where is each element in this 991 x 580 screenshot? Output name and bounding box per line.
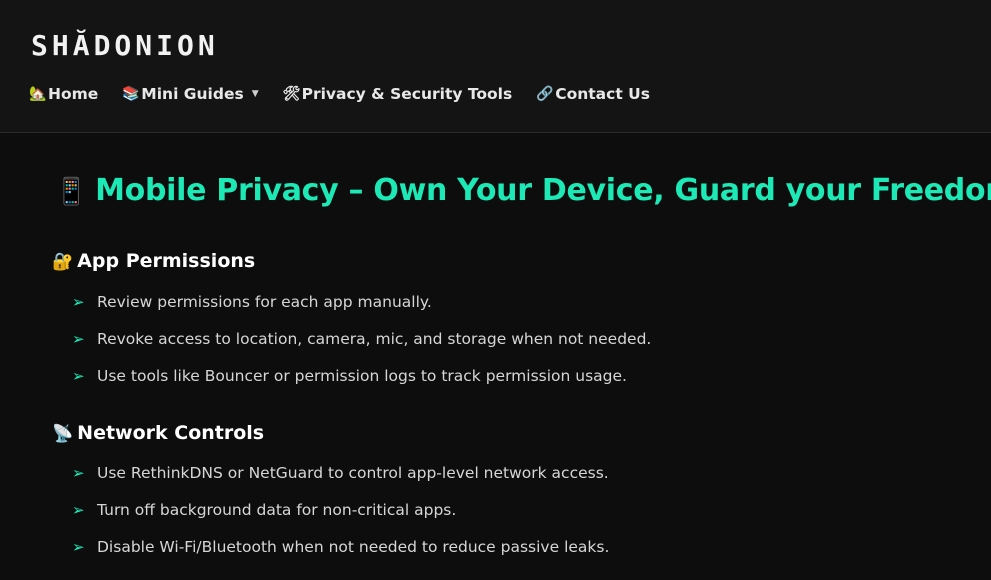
list-item-text: Use tools like Bouncer or permission log… [97,367,627,385]
list-item: ➢ Use tools like Bouncer or permission l… [72,366,627,386]
list-item: ➢ Turn off background data for non-criti… [72,500,456,520]
arrow-bullet-icon: ➢ [72,330,85,348]
nav-home-label: Home [48,85,99,103]
list-item-text: Disable Wi-Fi/Bluetooth when not needed … [97,538,610,556]
list-item-text: Review permissions for each app manually… [97,293,432,311]
list-item: ➢ Disable Wi-Fi/Bluetooth when not neede… [72,537,609,557]
lock-key-icon: 🔐 [52,252,74,272]
mobile-phone-icon: 📱 [55,177,88,207]
page-title-text: Mobile Privacy – Own Your Device, Guard … [95,173,991,208]
site-header: SHĂDONION 🏡 Home 📚 Mini Guides ▼ 🛠 Priva… [0,0,991,133]
house-icon: 🏡 [29,86,47,102]
arrow-bullet-icon: ➢ [72,538,85,556]
section-heading-text: Network Controls [77,422,265,444]
nav-home[interactable]: 🏡 Home [29,85,98,103]
site-logo[interactable]: SHĂDONION [31,30,219,62]
nav-contact-us-label: Contact Us [555,85,650,103]
tools-icon: 🛠 [282,86,301,102]
section-heading-network-controls: 📡 Network Controls [52,421,264,446]
arrow-bullet-icon: ➢ [72,293,85,311]
main-nav: 🏡 Home 📚 Mini Guides ▼ 🛠 Privacy & Secur… [29,82,674,106]
section-heading-text: App Permissions [77,250,256,272]
list-item-text: Revoke access to location, camera, mic, … [97,330,652,348]
nav-mini-guides[interactable]: 📚 Mini Guides ▼ [122,85,258,103]
section-heading-app-permissions: 🔐 App Permissions [52,249,255,274]
satellite-dish-icon: 📡 [52,424,74,444]
link-icon: 🔗 [536,86,554,102]
arrow-bullet-icon: ➢ [72,464,85,482]
arrow-bullet-icon: ➢ [72,501,85,519]
list-item: ➢ Use RethinkDNS or NetGuard to control … [72,463,609,483]
nav-mini-guides-label: Mini Guides [141,85,244,103]
caret-down-icon: ▼ [251,89,259,99]
books-icon: 📚 [122,86,140,102]
nav-privacy-tools[interactable]: 🛠 Privacy & Security Tools [283,85,513,103]
nav-contact-us[interactable]: 🔗 Contact Us [536,85,650,103]
arrow-bullet-icon: ➢ [72,367,85,385]
list-item: ➢ Revoke access to location, camera, mic… [72,329,651,349]
list-item-text: Turn off background data for non-critica… [97,501,457,519]
list-item-text: Use RethinkDNS or NetGuard to control ap… [97,464,609,482]
nav-privacy-tools-label: Privacy & Security Tools [301,85,513,103]
page-title: 📱 Mobile Privacy – Own Your Device, Guard… [55,173,991,210]
main-content: 📱 Mobile Privacy – Own Your Device, Guard… [0,134,991,580]
list-item: ➢ Review permissions for each app manual… [72,292,432,312]
